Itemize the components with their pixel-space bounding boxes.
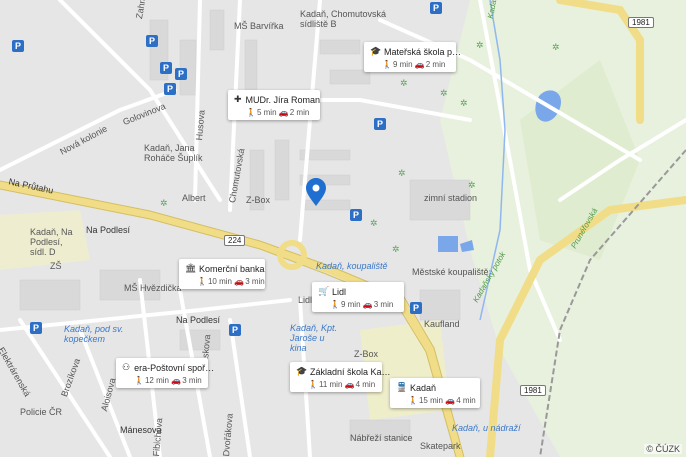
school-icon: 🎓: [370, 46, 382, 56]
road-number: 224: [224, 235, 246, 246]
road-number: 1981: [628, 17, 654, 28]
parking-icon: P: [229, 324, 241, 336]
poi-card-train[interactable]: 🚆 Kadaň 🚶15 min 🚗4 min: [390, 378, 480, 408]
car-icon: 🚗: [171, 376, 182, 385]
transit-stop-label: Kadaň, koupaliště: [316, 261, 388, 271]
car-time: 4 min: [456, 396, 476, 405]
tree-icon: ✲: [392, 244, 400, 254]
bank-icon: 🏛: [185, 263, 197, 273]
tree-icon: ✲: [552, 42, 560, 52]
car-time: 2 min: [289, 108, 310, 117]
walk-time: 9 min: [392, 60, 413, 69]
poi-card-title: Základní škola Ka…: [310, 366, 391, 377]
walk-icon: 🚶: [408, 396, 418, 405]
poi-card-title: Kadaň: [410, 382, 437, 393]
car-time: 4 min: [355, 380, 376, 389]
atm-icon: ⚇: [122, 362, 131, 372]
map-copyright: © ČÚZK: [644, 444, 682, 454]
parking-icon: P: [12, 40, 24, 52]
road-number: 1981: [520, 385, 546, 396]
transit-stop-label: Kadaň, pod sv. kopečkem: [64, 324, 124, 344]
tree-icon: ✲: [440, 88, 448, 98]
parking-icon: P: [410, 302, 422, 314]
poi-card-title: Mateřská škola p…: [384, 46, 462, 57]
poi-card-title: Komerční banka: [199, 263, 265, 274]
car-icon: 🚗: [234, 277, 245, 286]
walk-icon: 🚶: [308, 380, 318, 389]
place-label: MŠ Barvířka: [234, 21, 284, 31]
walk-icon: 🚶: [197, 277, 207, 286]
tree-icon: ✲: [160, 198, 168, 208]
place-label: Městské koupaliště: [412, 267, 489, 277]
tree-icon: ✲: [460, 98, 468, 108]
walk-icon: 🚶: [246, 108, 256, 117]
tree-icon: ✲: [476, 40, 484, 50]
walk-time: 15 min: [418, 396, 443, 405]
poi-card-doctor[interactable]: ✚ MUDr. Jíra Roman 🚶5 min 🚗2 min: [228, 90, 320, 120]
tree-icon: ✲: [370, 218, 378, 228]
parking-icon: P: [164, 83, 176, 95]
shop-icon: 🛒: [318, 286, 330, 296]
poi-card-atm[interactable]: ⚇ era-Poštovní spoř… 🚶12 min 🚗3 min: [116, 358, 214, 388]
walk-time: 11 min: [318, 380, 343, 389]
train-icon: 🚆: [396, 382, 408, 392]
poi-card-title: MUDr. Jíra Roman: [245, 94, 321, 105]
parking-icon: P: [30, 322, 42, 334]
poi-card-title: Lidl: [332, 286, 347, 297]
walk-icon: 🚶: [134, 376, 144, 385]
poi-card-school-2[interactable]: 🎓 Základní škola Ka… 🚶11 min 🚗4 min: [290, 362, 391, 392]
car-icon: 🚗: [414, 60, 425, 69]
car-time: 3 min: [182, 376, 202, 385]
car-icon: 🚗: [445, 396, 456, 405]
place-label: Kadaň, Na Podlesí, sídl. D: [30, 227, 73, 257]
tree-icon: ✲: [400, 78, 408, 88]
parking-icon: P: [374, 118, 386, 130]
parking-icon: P: [350, 209, 362, 221]
tree-icon: ✲: [398, 168, 406, 178]
place-label: Kadaň, Chomutovská sídliště B: [300, 9, 387, 29]
transit-stop-label: Kadaň, Kpt. Jaroše u kina: [290, 323, 338, 353]
street-label: Na Podlesí: [176, 315, 221, 325]
place-label: Kadaň, Jana Roháče Šuplík: [144, 143, 203, 163]
parking-icon: P: [430, 2, 442, 14]
car-time: 2 min: [425, 60, 446, 69]
place-label: Z-Box: [354, 349, 379, 359]
place-label: Kaufland: [424, 319, 460, 329]
place-label: zimní stadion: [424, 193, 478, 203]
place-label: Nábřeží stanice: [350, 433, 413, 443]
car-icon: 🚗: [362, 300, 373, 309]
place-label: ZŠ: [50, 261, 62, 271]
place-label: Albert: [182, 193, 206, 203]
poi-card-school[interactable]: 🎓 Mateřská škola p… 🚶9 min 🚗2 min: [364, 42, 461, 72]
walk-time: 12 min: [144, 376, 169, 385]
school-icon: 🎓: [296, 366, 308, 376]
place-label: Skatepark: [420, 441, 461, 451]
car-icon: 🚗: [344, 380, 355, 389]
parking-icon: P: [160, 62, 172, 74]
street-label: Na Podlesí: [86, 225, 131, 235]
poi-card-shop[interactable]: 🛒 Lidl 🚶9 min 🚗3 min: [312, 282, 404, 312]
doctor-icon: ✚: [234, 94, 242, 104]
car-time: 3 min: [373, 300, 394, 309]
walk-icon: 🚶: [330, 300, 340, 309]
poi-card-title: era-Poštovní spoř…: [134, 362, 215, 373]
parking-icon: P: [175, 68, 187, 80]
place-label: Z-Box: [246, 195, 271, 205]
walk-time: 9 min: [340, 300, 361, 309]
walk-time: 10 min: [207, 277, 232, 286]
place-label: Lidl: [298, 295, 313, 305]
place-label: Policie ČR: [20, 407, 63, 417]
place-label: MŠ Hvězdička: [124, 283, 182, 293]
walk-time: 5 min: [256, 108, 277, 117]
poi-card-bank[interactable]: 🏛 Komerční banka 🚶10 min 🚗3 min: [179, 259, 265, 289]
car-icon: 🚗: [278, 108, 289, 117]
walk-icon: 🚶: [382, 60, 392, 69]
transit-stop-label: Kadaň, u nádraží: [452, 423, 521, 433]
parking-icon: P: [146, 35, 158, 47]
tree-icon: ✲: [468, 180, 476, 190]
car-time: 3 min: [245, 277, 265, 286]
